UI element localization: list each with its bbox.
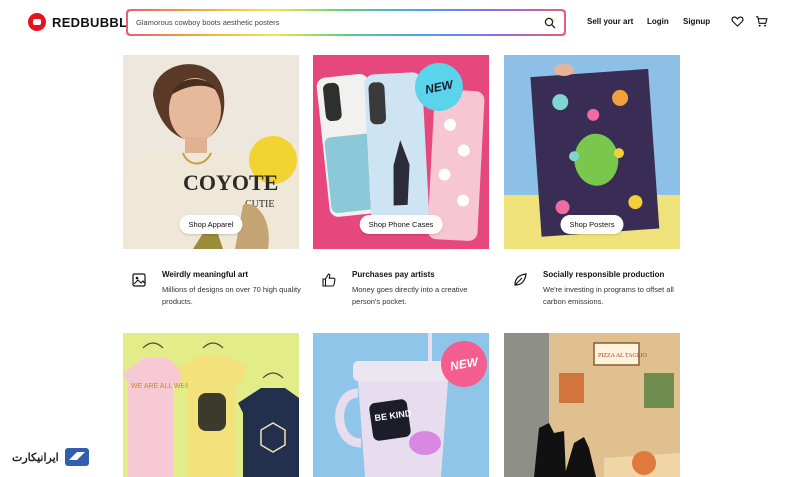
login-link[interactable]: Login <box>647 17 669 26</box>
phone-cases-tile[interactable]: NEW Shop Phone Cases <box>313 55 489 249</box>
shirt-print-text: WE ARE ALL WEIRD <box>131 383 197 390</box>
thumbs-up-icon <box>322 273 336 287</box>
signup-link[interactable]: Signup <box>683 17 710 26</box>
tumbler-tile[interactable]: BE KIND NEW <box>313 333 489 477</box>
search-icon[interactable] <box>544 17 556 29</box>
site-header: REDBUBBLE Glamorous cowboy boots aesthet… <box>0 0 800 46</box>
shirt-print-text: COYOTE <box>183 170 278 195</box>
tshirts-image: WE ARE ALL WEIRD <box>123 333 299 477</box>
watermark: ایرانیکارت <box>12 444 108 470</box>
shop-apparel-button[interactable]: Shop Apparel <box>179 215 243 234</box>
shop-phone-cases-button[interactable]: Shop Phone Cases <box>359 215 443 234</box>
image-icon <box>132 273 146 287</box>
feature-title: Purchases pay artists <box>352 270 435 279</box>
watermark-text: ایرانیکارت <box>12 451 59 464</box>
feature-text: Money goes directly into a creative pers… <box>352 285 468 306</box>
pizza-shop-image: PIZZA AL TAGLIO <box>504 333 680 477</box>
apparel-tile[interactable]: COYOTE CUTIE Shop Apparel <box>123 55 299 249</box>
sell-your-art-link[interactable]: Sell your art <box>587 17 633 26</box>
posters-tile[interactable]: Shop Posters <box>504 55 680 249</box>
shop-posters-button[interactable]: Shop Posters <box>560 215 624 234</box>
redbubble-logo[interactable]: REDBUBBLE <box>28 13 136 31</box>
feature-text: We're investing in programs to offset al… <box>543 285 674 306</box>
tshirts-tile[interactable]: WE ARE ALL WEIRD <box>123 333 299 477</box>
brand-name: REDBUBBLE <box>52 14 137 30</box>
redbubble-logo-icon <box>28 13 46 31</box>
feature-title: Socially responsible production <box>543 270 665 279</box>
search-bar[interactable]: Glamorous cowboy boots aesthetic posters <box>126 9 566 36</box>
search-input[interactable]: Glamorous cowboy boots aesthetic posters <box>136 18 279 27</box>
pizza-shop-tile[interactable]: PIZZA AL TAGLIO <box>504 333 680 477</box>
heart-icon[interactable] <box>731 15 744 28</box>
leaf-icon <box>514 273 527 286</box>
feature-title: Weirdly meaningful art <box>162 270 249 279</box>
watermark-logo-icon <box>64 448 89 466</box>
feature-text: Millions of designs on over 70 high qual… <box>162 285 301 306</box>
shop-sign-text: PIZZA AL TAGLIO <box>598 353 648 359</box>
cart-icon[interactable] <box>755 15 768 28</box>
